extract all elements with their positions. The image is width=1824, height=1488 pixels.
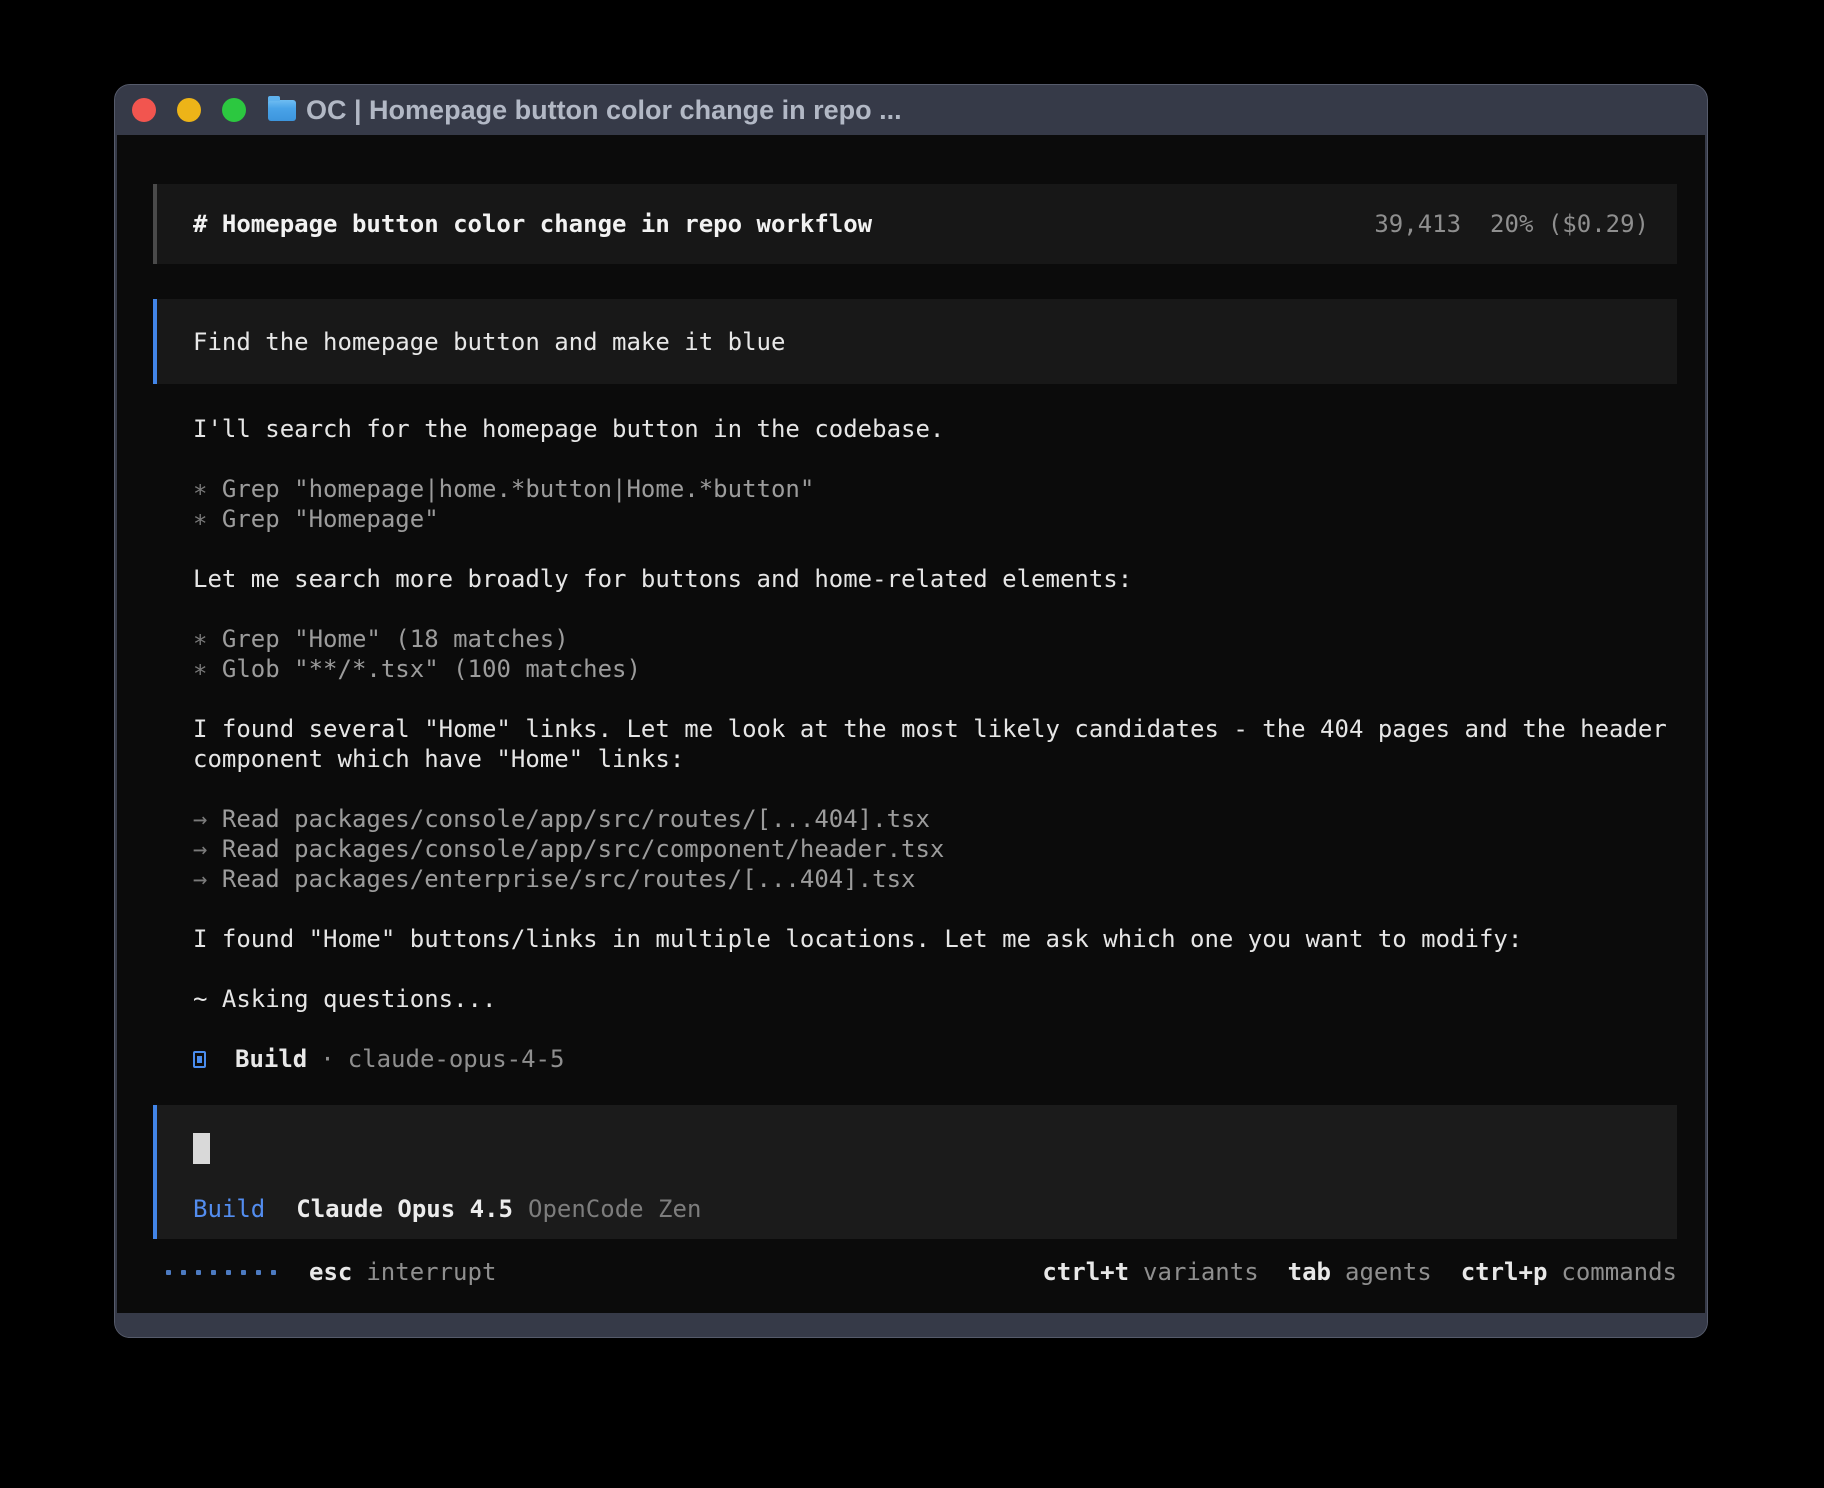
esc-label: interrupt (366, 1257, 496, 1287)
blank-line (193, 594, 1673, 624)
spinner-dot (211, 1270, 216, 1275)
window-titlebar: OC | Homepage button color change in rep… (115, 85, 1707, 135)
tool-call-line: → Read packages/console/app/src/routes/[… (193, 804, 1673, 834)
session-header: # Homepage button color change in repo w… (153, 184, 1677, 264)
blank-line (193, 1014, 1673, 1044)
arrow-icon: → (193, 805, 222, 833)
minimize-button[interactable] (177, 98, 201, 122)
tool-call-text: Read packages/console/app/src/component/… (222, 835, 944, 863)
prompt-input[interactable]: Build Claude Opus 4.5 OpenCode Zen (153, 1105, 1677, 1239)
blank-line (193, 684, 1673, 714)
tool-call-line: ∗ Glob "**/*.tsx" (100 matches) (193, 654, 1673, 684)
tool-call-text: Grep "homepage|home.*button|Home.*button… (222, 475, 814, 503)
shortcut-key: tab (1288, 1257, 1331, 1287)
terminal-content: # Homepage button color change in repo w… (115, 135, 1707, 1313)
badge-model-name: claude-opus-4-5 (348, 1044, 565, 1074)
provider-name: OpenCode Zen (528, 1194, 701, 1224)
text-cursor (193, 1133, 210, 1164)
user-message: Find the homepage button and make it blu… (153, 299, 1677, 384)
session-title: # Homepage button color change in repo w… (193, 209, 872, 239)
agent-badge: Build · claude-opus-4-5 (193, 1044, 1673, 1074)
tool-call-text: Glob "**/*.tsx" (100 matches) (222, 655, 641, 683)
blank-line (193, 534, 1673, 564)
status-left: esc interrupt (166, 1257, 496, 1287)
tool-call-line: → Read packages/console/app/src/componen… (193, 834, 1673, 864)
zoom-button[interactable] (222, 98, 246, 122)
shortcut-hint-commands: ctrl+p commands (1461, 1257, 1677, 1287)
badge-agent-name: Build (235, 1044, 307, 1074)
spinner-dot (166, 1270, 171, 1275)
shortcut-label: agents (1345, 1257, 1432, 1287)
shortcut-hint-variants: ctrl+t variants (1042, 1257, 1258, 1287)
status-bar: esc interrupt ctrl+tvariantstabagentsctr… (153, 1257, 1677, 1287)
bullet-icon: ∗ (193, 505, 222, 533)
shortcut-hint-agents: tab agents (1288, 1257, 1432, 1287)
tool-call-line: ∗ Grep "Home" (18 matches) (193, 624, 1673, 654)
spinner-dot (256, 1270, 261, 1275)
tool-call-text: Read packages/console/app/src/routes/[..… (222, 805, 930, 833)
assistant-text-line: Let me search more broadly for buttons a… (193, 564, 1673, 594)
blank-line (193, 954, 1673, 984)
shortcut-key: ctrl+p (1461, 1257, 1548, 1287)
badge-separator: · (320, 1044, 334, 1074)
assistant-text-line: ~ Asking questions... (193, 984, 1673, 1014)
traffic-lights (132, 98, 246, 122)
tool-call-line: → Read packages/enterprise/src/routes/[.… (193, 864, 1673, 894)
arrow-icon: → (193, 835, 222, 863)
status-shortcuts: ctrl+t variants tab agents ctrl+p commands (1042, 1257, 1677, 1287)
esc-key: esc (309, 1257, 352, 1287)
spinner-dot (241, 1270, 246, 1275)
bullet-icon: ∗ (193, 475, 222, 503)
blank-line (193, 444, 1673, 474)
tool-call-text: Read packages/enterprise/src/routes/[...… (222, 865, 916, 893)
shortcut-key: ctrl+t (1042, 1257, 1129, 1287)
folder-icon (268, 100, 296, 121)
assistant-text-line: I'll search for the homepage button in t… (193, 414, 1673, 444)
window-footer (115, 1313, 1707, 1337)
shortcut-label: commands (1561, 1257, 1677, 1287)
tool-call-text: Grep "Home" (18 matches) (222, 625, 569, 653)
spinner-dot (271, 1270, 276, 1275)
spinner-dots (166, 1270, 276, 1275)
blank-line (193, 774, 1673, 804)
spinner-dot (196, 1270, 201, 1275)
close-button[interactable] (132, 98, 156, 122)
arrow-icon: → (193, 865, 222, 893)
token-count: 39,413 (1374, 210, 1461, 238)
window-title: OC | Homepage button color change in rep… (306, 95, 902, 126)
assistant-text-line: I found several "Home" links. Let me loo… (193, 714, 1673, 774)
context-usage: 20% ($0.29) (1490, 210, 1649, 238)
input-meta: Build Claude Opus 4.5 OpenCode Zen (193, 1194, 1649, 1224)
assistant-transcript: I'll search for the homepage button in t… (193, 414, 1673, 1074)
user-message-text: Find the homepage button and make it blu… (193, 327, 785, 357)
bullet-icon: ∗ (193, 625, 222, 653)
assistant-text-line: I found "Home" buttons/links in multiple… (193, 924, 1673, 954)
tool-call-text: Grep "Homepage" (222, 505, 439, 533)
bullet-icon: ∗ (193, 655, 222, 683)
terminal-window: OC | Homepage button color change in rep… (114, 84, 1708, 1338)
agent-name: Build (193, 1194, 265, 1224)
blank-line (193, 894, 1673, 924)
shortcut-label: variants (1143, 1257, 1259, 1287)
tool-call-line: ∗ Grep "homepage|home.*button|Home.*butt… (193, 474, 1673, 504)
spinner-dot (181, 1270, 186, 1275)
session-stats: 39,413 20% ($0.29) (1259, 179, 1649, 269)
agent-status-icon (193, 1051, 206, 1068)
tool-call-line: ∗ Grep "Homepage" (193, 504, 1673, 534)
spinner-dot (226, 1270, 231, 1275)
model-name: Claude Opus 4.5 (296, 1194, 513, 1224)
